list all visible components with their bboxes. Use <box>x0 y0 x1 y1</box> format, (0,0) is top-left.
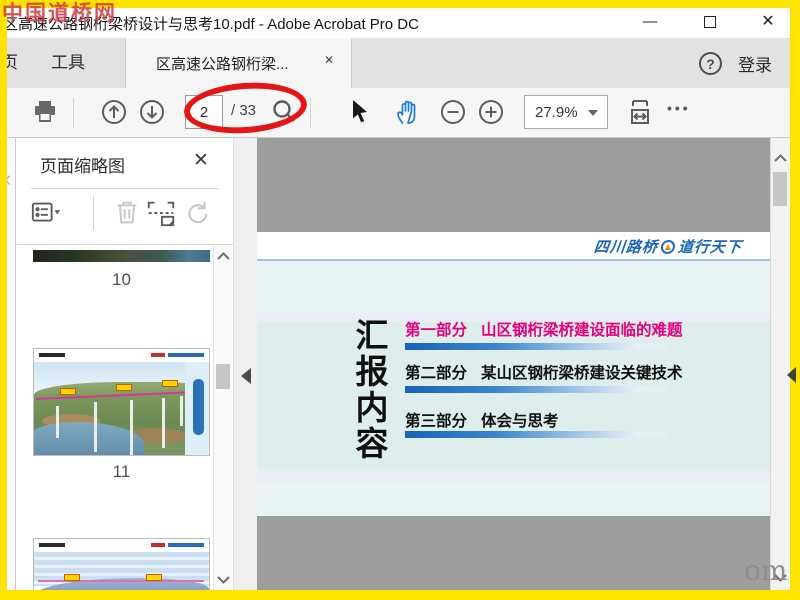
slide-item-2: 第二部分 某山区钢桁梁桥建设关键技术 <box>405 365 683 382</box>
collapse-chevron-icon[interactable]: ‹ <box>7 166 11 192</box>
nav-pane-strip: ‹ <box>7 138 16 590</box>
scrollbar-thumb[interactable] <box>216 364 230 389</box>
divider <box>17 244 233 245</box>
scroll-up-icon[interactable] <box>771 150 790 166</box>
thumbnail-slide-header <box>34 349 209 362</box>
panel-close-button[interactable]: ✕ <box>193 149 209 172</box>
help-button[interactable]: ? <box>699 52 722 75</box>
toolbar-separator <box>310 98 311 128</box>
zoom-in-button[interactable] <box>476 97 506 127</box>
print-button[interactable] <box>30 97 60 127</box>
sichuan-road-bridge-logo: 四川路桥 道行天下 <box>592 238 743 256</box>
thumbnail-page-11[interactable] <box>33 348 210 456</box>
title-bar: 区高速公路钢桁梁桥设计与思考10.pdf - Adobe Acrobat Pro… <box>7 8 790 38</box>
toolbar-separator <box>73 98 74 128</box>
resize-pages-button[interactable] <box>145 196 177 230</box>
zoom-level-dropdown[interactable]: 27.9% <box>524 95 608 129</box>
thumbnail-art <box>34 362 209 455</box>
hand-tool-button[interactable] <box>392 97 422 127</box>
screenshot-frame: 区高速公路钢桁梁桥设计与思考10.pdf - Adobe Acrobat Pro… <box>0 0 800 600</box>
tab-tools[interactable]: 工具 <box>51 38 85 88</box>
slide-item-3-underline <box>405 431 668 438</box>
tab-document-label: 区高速公路钢桁梁... <box>156 56 289 73</box>
page-count-label: / 33 <box>231 102 257 119</box>
sign-in-button[interactable]: 登录 <box>738 51 772 76</box>
thumbnails-scrollbar[interactable] <box>213 246 232 590</box>
logo-badge-icon <box>660 240 676 254</box>
fit-width-button[interactable] <box>625 97 655 127</box>
panel-splitter[interactable] <box>233 138 257 590</box>
tab-close-icon[interactable]: ✕ <box>324 53 334 67</box>
acrobat-window: 区高速公路钢桁梁桥设计与思考10.pdf - Adobe Acrobat Pro… <box>7 8 790 590</box>
previous-page-button[interactable] <box>99 97 129 127</box>
scroll-down-icon[interactable] <box>214 572 233 588</box>
thumbnail-slide-header <box>34 539 209 552</box>
main-toolbar: / 33 27.9% <box>7 78 790 138</box>
collapse-right-pane-handle[interactable] <box>787 367 796 383</box>
maximize-icon <box>704 16 716 28</box>
collapse-panel-handle[interactable] <box>241 368 251 384</box>
zoom-level-value: 27.9% <box>535 104 578 121</box>
maximize-button[interactable] <box>693 10 727 34</box>
find-button[interactable] <box>269 97 299 127</box>
slide-content: 汇报内容 第一部分 山区钢桁梁桥建设面临的难题 第二部分 某山区钢桁梁桥建设关键技术… <box>257 261 770 516</box>
thumbnail-options-button[interactable] <box>30 196 62 230</box>
pdf-page: 四川路桥 道行天下 汇报内容 第一部分 山区钢桁梁桥建设面临的难题 第二部分 某山区钢… <box>257 232 770 516</box>
delete-pages-button[interactable] <box>111 196 143 230</box>
thumbnail-label: 10 <box>112 270 131 289</box>
slide-vertical-title: 汇报内容 <box>351 318 388 462</box>
slide-item-2-underline <box>405 386 668 393</box>
window-title: 区高速公路钢桁梁桥设计与思考10.pdf - Adobe Acrobat Pro… <box>7 16 419 33</box>
rotate-pages-button[interactable] <box>181 196 213 230</box>
slide-item-1-underline <box>405 343 668 350</box>
zoom-out-button[interactable] <box>438 97 468 127</box>
select-tool-button[interactable] <box>345 97 375 127</box>
body-area: ‹ 页面缩略图 ✕ <box>7 138 790 590</box>
thumbnail-page-10[interactable] <box>33 250 210 262</box>
page-thumbnails-panel: 页面缩略图 ✕ 10 11 <box>17 138 233 590</box>
page-number-input[interactable] <box>185 95 223 129</box>
thumbnail-label: 11 <box>112 462 131 481</box>
close-button[interactable]: ✕ <box>751 10 785 34</box>
thumbnail-art <box>34 552 209 590</box>
scroll-down-icon[interactable] <box>771 570 790 586</box>
scrollbar-thumb[interactable] <box>773 172 787 206</box>
tab-bar: 页 工具 区高速公路钢桁梁... ✕ ? 登录 <box>7 38 790 88</box>
slide-item-1: 第一部分 山区钢桁梁桥建设面临的难题 <box>405 322 683 339</box>
chevron-down-icon <box>588 110 598 116</box>
document-scrollbar[interactable] <box>770 138 789 590</box>
next-page-button[interactable] <box>137 97 167 127</box>
document-viewport: 四川路桥 道行天下 汇报内容 第一部分 山区钢桁梁桥建设面临的难题 第二部分 某山区钢… <box>257 138 789 590</box>
tab-document[interactable]: 区高速公路钢桁梁... ✕ <box>125 38 352 88</box>
more-tools-button[interactable]: ••• <box>667 100 691 116</box>
panel-title: 页面缩略图 <box>40 157 125 176</box>
slide-item-3: 第三部分 体会与思考 <box>405 413 559 430</box>
scroll-up-icon[interactable] <box>214 248 233 264</box>
minimize-button[interactable]: — <box>633 10 667 34</box>
thumbnail-page-12[interactable] <box>33 538 210 590</box>
divider <box>31 188 219 189</box>
toolbar-separator <box>93 196 94 230</box>
slide-logo-row: 四川路桥 道行天下 <box>257 232 770 260</box>
tab-home[interactable]: 页 <box>7 38 31 88</box>
